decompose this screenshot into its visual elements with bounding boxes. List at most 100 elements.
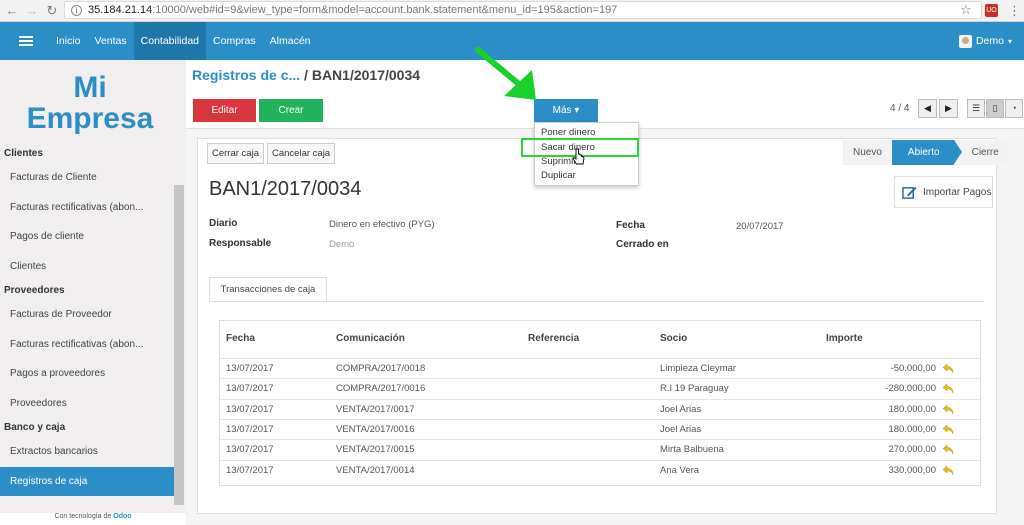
cell-importe: 330.000,00 <box>888 464 936 476</box>
close-cash-button[interactable]: Cerrar caja <box>207 143 264 164</box>
graph-view-button[interactable]: ◔ <box>1005 99 1023 118</box>
table-row[interactable]: 13/07/2017 VENTA/2017/0017 Joel Arias 180.0… <box>220 398 980 419</box>
cell-comunicacion: COMPRA/2017/0016 <box>336 383 426 395</box>
user-menu[interactable]: Demo ▾ <box>958 22 1012 60</box>
cancel-cash-button[interactable]: Cancelar caja <box>267 143 336 164</box>
menu-duplicar[interactable]: Duplicar <box>541 170 576 181</box>
extension-icon[interactable]: UO <box>985 4 998 17</box>
sidebar-item[interactable]: Facturas rectificativas (abon... <box>0 330 174 360</box>
diario-field[interactable]: Dinero en efectivo (PYG) <box>329 219 435 230</box>
cell-socio: Mirta Balbuena <box>660 444 724 456</box>
url-host: 35.184.21.14 <box>88 4 153 16</box>
cell-importe: -50.000,00 <box>890 363 936 374</box>
address-bar[interactable]: i 35.184.21.14:10000/web#id=9&view_type=… <box>64 1 982 19</box>
menu-poner-dinero[interactable]: Poner dinero <box>541 127 595 138</box>
cell-comunicacion: VENTA/2017/0014 <box>336 464 415 476</box>
company-logo[interactable]: Mi Empresa <box>0 72 180 134</box>
sidebar-item[interactable]: Pagos a proveedores <box>0 359 174 389</box>
cell-comunicacion: VENTA/2017/0015 <box>336 444 415 456</box>
pager-prev-button[interactable]: ◀ <box>918 99 937 118</box>
responsable-field[interactable]: Demo <box>329 239 354 250</box>
table-row[interactable]: 13/07/2017 COMPRA/2017/0018 Limpieza Cleym… <box>220 358 980 378</box>
forward-icon[interactable]: → <box>24 3 40 19</box>
menu-ventas[interactable]: Ventas <box>88 22 134 60</box>
sidebar-item[interactable]: Proveedores <box>0 389 174 419</box>
cell-comunicacion: VENTA/2017/0017 <box>336 403 415 415</box>
sidebar-item[interactable]: Facturas rectificativas (abon... <box>0 193 174 223</box>
cerrado-label: Cerrado en <box>616 239 669 250</box>
fecha-field[interactable]: 20/07/2017 <box>736 221 784 232</box>
sidebar-item[interactable]: Pagos de cliente <box>0 222 174 252</box>
col-referencia[interactable]: Referencia <box>528 333 579 344</box>
powered-by: Con tecnología de Odoo <box>0 513 186 525</box>
sidebar-item[interactable]: Extractos bancarios <box>0 437 174 467</box>
tab-transacciones[interactable]: Transacciones de caja <box>209 277 327 302</box>
avatar <box>958 34 972 48</box>
star-icon[interactable]: ☆ <box>960 2 972 18</box>
sidebar-category: Clientes <box>4 148 43 159</box>
sidebar-item[interactable]: Facturas de Cliente <box>0 163 174 193</box>
breadcrumb-parent[interactable]: Registros de c... <box>192 67 300 83</box>
table-row[interactable]: 13/07/2017 COMPRA/2017/0016 R.I 19 Paragua… <box>220 378 980 398</box>
import-payments-button[interactable]: Importar Pagos <box>894 176 993 208</box>
cell-comunicacion: VENTA/2017/0016 <box>336 423 415 435</box>
menu-almacen[interactable]: Almacén <box>263 22 318 60</box>
stage-cierre[interactable]: Cierre <box>953 140 1009 165</box>
cell-fecha: 13/07/2017 <box>226 423 274 435</box>
reload-icon[interactable]: ↻ <box>44 3 60 19</box>
cursor-icon <box>572 148 585 165</box>
undo-icon[interactable] <box>942 404 954 415</box>
cell-socio: Ana Vera <box>660 464 700 476</box>
create-button[interactable]: Crear <box>259 99 323 122</box>
sidebar-item[interactable]: Clientes <box>0 252 174 282</box>
sidebar-item[interactable]: Facturas de Proveedor <box>0 300 174 330</box>
info-icon[interactable]: i <box>71 4 82 16</box>
undo-icon[interactable] <box>942 444 954 455</box>
pager-next-button[interactable]: ▶ <box>939 99 958 118</box>
cell-fecha: 13/07/2017 <box>226 403 274 415</box>
back-icon[interactable]: ← <box>4 3 20 19</box>
col-fecha[interactable]: Fecha <box>226 333 255 344</box>
arrow-annotation <box>475 47 536 100</box>
stage-nuevo[interactable]: Nuevo <box>843 140 892 165</box>
tab-divider <box>209 301 984 302</box>
col-socio[interactable]: Socio <box>660 333 687 344</box>
sidebar-scrollbar[interactable] <box>174 185 184 505</box>
menu-compras[interactable]: Compras <box>206 22 263 60</box>
table-header: Fecha Comunicación Referencia Socio Impo… <box>220 327 980 357</box>
stage-abierto[interactable]: Abierto <box>891 140 962 165</box>
cell-importe: 180.000,00 <box>888 403 936 415</box>
cell-importe: -280.000,00 <box>885 383 936 395</box>
browser-menu-icon[interactable]: ⋮ <box>1008 3 1021 19</box>
chevron-down-icon: ▾ <box>1007 36 1012 46</box>
table-row[interactable]: 13/07/2017 VENTA/2017/0016 Joel Arias 180.0… <box>220 418 980 439</box>
menu-inicio[interactable]: Inicio <box>49 22 88 60</box>
col-comunicacion[interactable]: Comunicación <box>336 333 405 344</box>
edit-icon <box>902 186 917 199</box>
undo-icon[interactable] <box>942 363 954 374</box>
table-row[interactable]: 13/07/2017 VENTA/2017/0015 Mirta Balbuena 2… <box>220 439 980 459</box>
cell-fecha: 13/07/2017 <box>226 363 274 374</box>
powered-brand[interactable]: Odoo <box>113 513 131 520</box>
cell-socio: R.I 19 Paraguay <box>660 383 729 395</box>
undo-icon[interactable] <box>942 464 954 476</box>
cell-socio: Joel Arias <box>660 403 702 415</box>
logo-line-1: Mi <box>73 71 107 104</box>
breadcrumb-current: BAN1/2017/0034 <box>311 67 421 83</box>
menu-contabilidad[interactable]: Contabilidad <box>133 22 207 60</box>
hamburger-icon[interactable] <box>19 36 33 46</box>
sidebar-category: Banco y caja <box>4 422 66 433</box>
import-payments-label: Importar Pagos <box>923 186 992 198</box>
status-bar: Nuevo Abierto Cierre <box>843 140 1009 165</box>
list-view-button[interactable]: ☰ <box>967 99 985 118</box>
col-importe[interactable]: Importe <box>826 333 863 344</box>
undo-icon[interactable] <box>942 383 954 394</box>
form-view-button[interactable]: ▯ <box>986 99 1004 118</box>
undo-icon[interactable] <box>942 424 954 435</box>
responsable-label: Responsable <box>209 238 272 249</box>
fecha-label: Fecha <box>616 220 645 231</box>
sidebar-item[interactable]: Registros de caja <box>0 466 174 496</box>
logo-line-2: Empresa <box>26 102 154 135</box>
edit-button[interactable]: Editar <box>193 99 256 122</box>
table-row[interactable]: 13/07/2017 VENTA/2017/0014 Ana Vera 330.000… <box>220 459 980 480</box>
